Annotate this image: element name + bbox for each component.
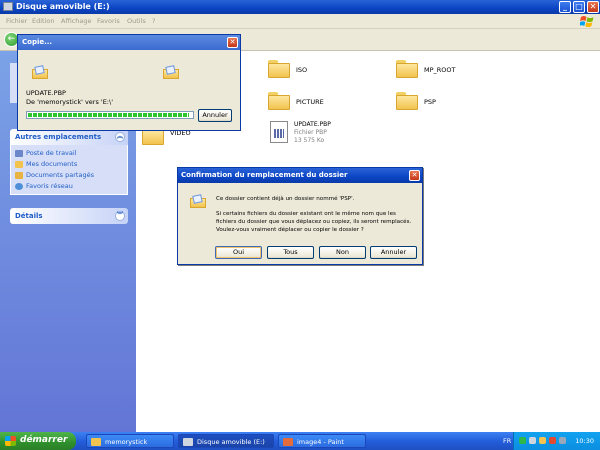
folder-icon xyxy=(396,92,418,110)
paint-icon xyxy=(283,438,293,446)
confirm-replace-dialog: Confirmation du remplacement du dossier … xyxy=(177,167,423,265)
folder-replace-icon xyxy=(190,194,206,208)
taskbar-item-memorystick[interactable]: memorystick xyxy=(86,434,174,448)
file-type: Fichier PBP xyxy=(294,129,327,136)
other-places-title: Autres emplacements xyxy=(15,133,102,141)
confirm-dialog-close-button[interactable]: ✕ xyxy=(409,170,420,181)
network-icon xyxy=(15,182,23,190)
place-link-documents-partages[interactable]: Documents partagés xyxy=(15,171,94,179)
confirm-dialog-title[interactable]: Confirmation du remplacement du dossier xyxy=(178,168,422,183)
minimize-button[interactable]: _ xyxy=(559,1,571,13)
non-button[interactable]: Non xyxy=(319,246,366,259)
chevron-down-icon[interactable]: ︾ xyxy=(115,211,125,221)
copy-progress-bar xyxy=(26,111,194,119)
system-tray: 10:30 xyxy=(513,432,600,450)
copy-filename: UPDATE.PBP xyxy=(26,89,66,97)
source-folder-icon xyxy=(32,65,48,79)
menu-bar: Fichier Edition Affichage Favoris Outils… xyxy=(0,14,600,29)
copy-dialog-title[interactable]: Copie... xyxy=(18,35,240,50)
close-button[interactable]: ✕ xyxy=(587,1,599,13)
copy-cancel-button[interactable]: Annuler xyxy=(198,109,232,122)
other-places-header[interactable]: Autres emplacements ︽ xyxy=(10,129,128,145)
language-indicator[interactable]: FR xyxy=(503,437,511,445)
windows-flag-icon xyxy=(5,436,16,446)
details-header[interactable]: Détails ︾ xyxy=(10,208,128,224)
menu-edition[interactable]: Edition xyxy=(32,17,55,25)
confirm-message-line3: fichiers du dossier que vous déplacez ou… xyxy=(216,219,412,225)
menu-outils[interactable]: Outils xyxy=(127,17,146,25)
windows-logo-icon xyxy=(580,16,594,28)
drive-icon xyxy=(3,2,13,11)
tray-network-icon[interactable] xyxy=(519,437,526,444)
place-link-mes-documents[interactable]: Mes documents xyxy=(15,160,77,168)
menu-affichage[interactable]: Affichage xyxy=(61,17,92,25)
confirm-message-line2: Si certains fichiers du dossier existant… xyxy=(216,211,396,217)
file-name: UPDATE.PBP xyxy=(294,121,331,128)
window-titlebar[interactable]: Disque amovible (E:) _ □ ✕ xyxy=(0,0,600,14)
taskbar-item-paint[interactable]: image4 - Paint xyxy=(278,434,366,448)
menu-help[interactable]: ? xyxy=(152,17,155,25)
annuler-button[interactable]: Annuler xyxy=(370,246,417,259)
taskbar-item-disque-amovible[interactable]: Disque amovible (E:) xyxy=(178,434,274,448)
oui-button[interactable]: Oui xyxy=(215,246,262,259)
menu-fichier[interactable]: Fichier xyxy=(6,17,27,25)
tray-app-icon[interactable] xyxy=(559,437,566,444)
place-link-favoris-reseau[interactable]: Favoris réseau xyxy=(15,182,73,190)
tray-usb-icon[interactable] xyxy=(539,437,546,444)
folder-icon xyxy=(15,160,23,168)
start-label: démarrer xyxy=(20,435,68,445)
maximize-button[interactable]: □ xyxy=(573,1,585,13)
taskbar: démarrer memorystick Disque amovible (E:… xyxy=(0,432,600,450)
destination-folder-icon xyxy=(163,65,179,79)
pbp-file-icon xyxy=(270,121,288,143)
shared-folder-icon xyxy=(15,171,23,179)
details-title: Détails xyxy=(15,212,43,220)
copy-from-to: De 'memorystick' vers 'E:\' xyxy=(26,98,113,106)
menu-favoris[interactable]: Favoris xyxy=(97,17,120,25)
start-button[interactable]: démarrer xyxy=(0,432,76,450)
tray-security-icon[interactable] xyxy=(549,437,556,444)
drive-icon xyxy=(183,438,193,446)
computer-icon xyxy=(15,149,23,157)
window-title: Disque amovible (E:) xyxy=(16,2,110,11)
tous-button[interactable]: Tous xyxy=(267,246,314,259)
copy-progress-fill xyxy=(28,113,189,117)
tray-volume-icon[interactable] xyxy=(529,437,536,444)
copy-dialog-close-button[interactable]: ✕ xyxy=(227,37,238,48)
chevron-up-icon[interactable]: ︽ xyxy=(115,132,125,142)
other-places-body: Poste de travail Mes documents Documents… xyxy=(10,145,128,195)
folder-icon xyxy=(268,92,290,110)
place-link-poste-de-travail[interactable]: Poste de travail xyxy=(15,149,77,157)
confirm-message-line1: Ce dossier contient déjà un dossier nomm… xyxy=(216,196,355,202)
copy-dialog: Copie... ✕ UPDATE.PBP De 'memorystick' v… xyxy=(17,34,241,131)
file-size: 13 575 Ko xyxy=(294,137,325,144)
clock[interactable]: 10:30 xyxy=(575,437,594,445)
folder-icon xyxy=(91,438,101,446)
folder-icon xyxy=(396,60,418,78)
folder-icon xyxy=(268,60,290,78)
confirm-message-line4: Voulez-vous vraiment déplacer ou copier … xyxy=(216,227,364,233)
